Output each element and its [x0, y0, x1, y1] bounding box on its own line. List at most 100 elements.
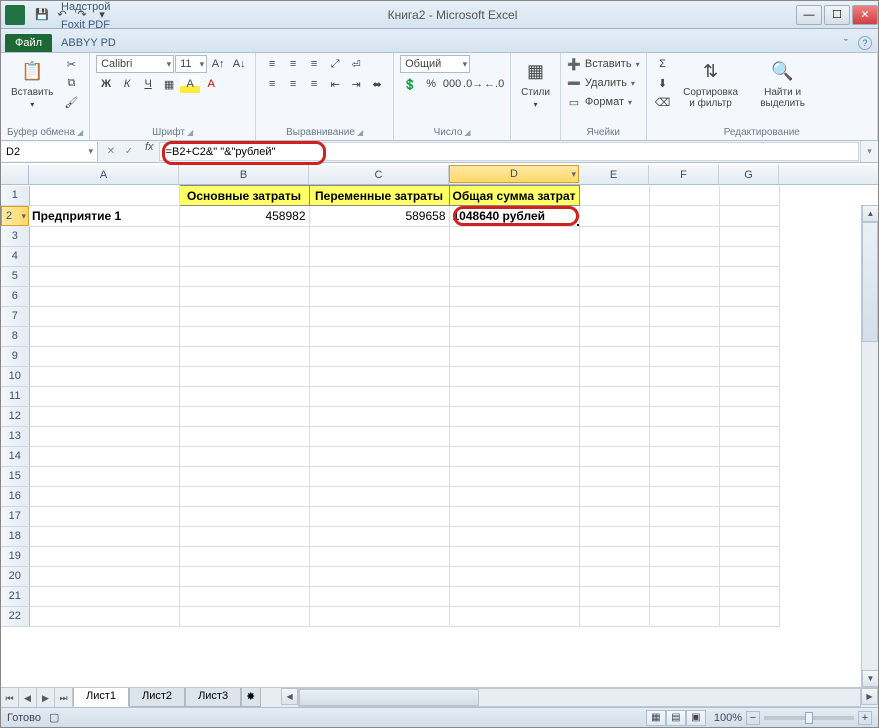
- row-header[interactable]: 10: [1, 366, 29, 386]
- cell-D22[interactable]: [449, 606, 579, 626]
- cell-G10[interactable]: [719, 366, 779, 386]
- cell-E21[interactable]: [579, 586, 649, 606]
- cell-D15[interactable]: [449, 466, 579, 486]
- cell-A17[interactable]: [29, 506, 179, 526]
- sheet-tab-Лист1[interactable]: Лист1: [73, 688, 129, 707]
- tab-file[interactable]: Файл: [5, 34, 52, 52]
- row-header[interactable]: 21: [1, 586, 29, 606]
- cell-C15[interactable]: [309, 466, 449, 486]
- column-header-F[interactable]: F: [649, 165, 719, 184]
- cell-C5[interactable]: [309, 266, 449, 286]
- zoom-slider[interactable]: [764, 716, 854, 720]
- decrease-indent-icon[interactable]: ⇤: [325, 75, 345, 93]
- find-select-button[interactable]: 🔍 Найти и выделить: [749, 55, 817, 111]
- fill-icon[interactable]: ⬇: [653, 74, 673, 92]
- row-header[interactable]: 7: [1, 306, 29, 326]
- cell-B17[interactable]: [179, 506, 309, 526]
- cell-F9[interactable]: [649, 346, 719, 366]
- format-painter-icon[interactable]: 🖌: [61, 93, 81, 111]
- name-box-dropdown-icon[interactable]: ▾: [88, 146, 93, 157]
- merge-icon[interactable]: ⬌: [367, 75, 387, 93]
- name-box[interactable]: D2 ▾: [2, 142, 98, 161]
- cell-F13[interactable]: [649, 426, 719, 446]
- cell-D5[interactable]: [449, 266, 579, 286]
- cell-G1[interactable]: [719, 186, 779, 206]
- cell-B8[interactable]: [179, 326, 309, 346]
- decrease-decimal-icon[interactable]: ←.0: [484, 75, 504, 93]
- maximize-button[interactable]: ☐: [824, 5, 850, 25]
- cell-F10[interactable]: [649, 366, 719, 386]
- cell-D6[interactable]: [449, 286, 579, 306]
- font-color-icon[interactable]: A: [201, 75, 221, 93]
- save-icon[interactable]: 💾: [33, 6, 51, 24]
- row-header[interactable]: 5: [1, 266, 29, 286]
- scroll-right-icon[interactable]: ▶: [861, 688, 878, 705]
- page-break-view-icon[interactable]: ▣: [686, 710, 706, 726]
- row-header[interactable]: 19: [1, 546, 29, 566]
- cell-D10[interactable]: [449, 366, 579, 386]
- paste-button[interactable]: 📋 Вставить ▾: [7, 55, 57, 111]
- cell-F19[interactable]: [649, 546, 719, 566]
- cell-C13[interactable]: [309, 426, 449, 446]
- cell-G7[interactable]: [719, 306, 779, 326]
- zoom-in-icon[interactable]: +: [858, 711, 872, 725]
- cell-G3[interactable]: [719, 226, 779, 246]
- cell-G12[interactable]: [719, 406, 779, 426]
- macro-record-icon[interactable]: ▢: [49, 711, 59, 724]
- cell-G2[interactable]: [719, 206, 779, 227]
- cell-E17[interactable]: [579, 506, 649, 526]
- cell-B13[interactable]: [179, 426, 309, 446]
- align-left-icon[interactable]: ≡: [262, 75, 282, 93]
- cell-C19[interactable]: [309, 546, 449, 566]
- cell-F18[interactable]: [649, 526, 719, 546]
- cell-G15[interactable]: [719, 466, 779, 486]
- cell-F3[interactable]: [649, 226, 719, 246]
- cell-C14[interactable]: [309, 446, 449, 466]
- cell-C7[interactable]: [309, 306, 449, 326]
- cell-A19[interactable]: [29, 546, 179, 566]
- zoom-level[interactable]: 100%: [714, 712, 742, 724]
- cell-F2[interactable]: [649, 206, 719, 227]
- delete-cells-button[interactable]: ➖Удалить▾: [567, 74, 640, 92]
- row-header[interactable]: 2: [1, 206, 29, 226]
- cell-B16[interactable]: [179, 486, 309, 506]
- sheet-last-icon[interactable]: ⏭: [55, 688, 73, 708]
- cell-F16[interactable]: [649, 486, 719, 506]
- cell-A3[interactable]: [29, 226, 179, 246]
- border-icon[interactable]: ▦: [159, 75, 179, 93]
- cell-B7[interactable]: [179, 306, 309, 326]
- column-header-E[interactable]: E: [579, 165, 649, 184]
- cell-A12[interactable]: [29, 406, 179, 426]
- cell-D19[interactable]: [449, 546, 579, 566]
- scroll-down-icon[interactable]: ▼: [862, 670, 878, 687]
- sheet-first-icon[interactable]: ⏮: [1, 688, 19, 708]
- cell-B21[interactable]: [179, 586, 309, 606]
- cell-G9[interactable]: [719, 346, 779, 366]
- cell-A7[interactable]: [29, 306, 179, 326]
- scroll-left-icon[interactable]: ◀: [281, 688, 298, 705]
- font-name-select[interactable]: Calibri: [96, 55, 174, 73]
- cell-A1[interactable]: [29, 186, 179, 206]
- orientation-icon[interactable]: ⤢: [325, 55, 345, 73]
- cell-G13[interactable]: [719, 426, 779, 446]
- sort-filter-button[interactable]: ⇅ Сортировка и фильтр: [677, 55, 745, 111]
- cell-F15[interactable]: [649, 466, 719, 486]
- cell-E7[interactable]: [579, 306, 649, 326]
- cell-D18[interactable]: [449, 526, 579, 546]
- row-header[interactable]: 16: [1, 486, 29, 506]
- cell-A9[interactable]: [29, 346, 179, 366]
- cell-A13[interactable]: [29, 426, 179, 446]
- italic-button[interactable]: К: [117, 75, 137, 93]
- cell-F5[interactable]: [649, 266, 719, 286]
- cell-C3[interactable]: [309, 226, 449, 246]
- cell-A14[interactable]: [29, 446, 179, 466]
- cell-G16[interactable]: [719, 486, 779, 506]
- clear-icon[interactable]: ⌫: [653, 93, 673, 111]
- page-layout-view-icon[interactable]: ▤: [666, 710, 686, 726]
- cell-G8[interactable]: [719, 326, 779, 346]
- cell-G4[interactable]: [719, 246, 779, 266]
- cell-C6[interactable]: [309, 286, 449, 306]
- cell-E22[interactable]: [579, 606, 649, 626]
- cell-E1[interactable]: [579, 186, 649, 206]
- cell-D7[interactable]: [449, 306, 579, 326]
